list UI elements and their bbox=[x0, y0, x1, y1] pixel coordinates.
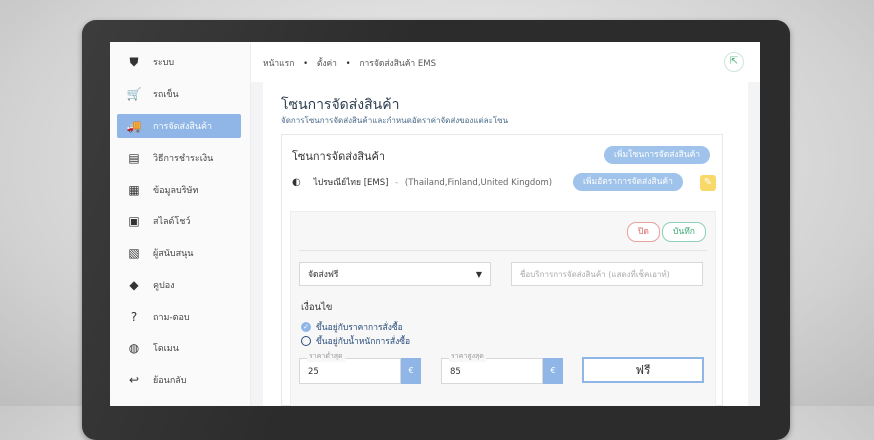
sidebar: ⛊ ระบบ 🛒 รถเข็น 🚚 การจัดส่งสินค้า ▤ วิธี… bbox=[110, 42, 251, 406]
add-rate-button[interactable]: เพิ่มอัตราการจัดส่งสินค้า bbox=[573, 173, 683, 191]
breadcrumb-settings[interactable]: ตั้งค่า bbox=[317, 59, 337, 69]
zone-name[interactable]: ไปรษณีย์ไทย [EMS] bbox=[313, 178, 388, 188]
add-zone-button[interactable]: เพิ่มโซนการจัดส่งสินค้า bbox=[604, 146, 711, 164]
zone-countries: (Thailand,Finland,United Kingdom) bbox=[404, 178, 553, 188]
divider bbox=[299, 250, 707, 251]
sidebar-item-label: ถาม-ตอบ bbox=[153, 313, 190, 323]
radio-checked-icon: ✓ bbox=[301, 322, 311, 332]
condition-weight-label: ขึ้นอยู่กับน้ำหนักการสั่งซื้อ bbox=[316, 337, 411, 347]
top-bar: หน้าแรก • ตั้งค่า • การจัดส่งสินค้า EMS … bbox=[251, 42, 760, 83]
rate-form: ปิด บันทึก จัดส่งฟรี ▼ ชื่อบริการการจัดส… bbox=[290, 211, 716, 406]
payment-icon: ▤ bbox=[128, 151, 140, 165]
edit-pencil-icon[interactable]: ✎ bbox=[700, 175, 716, 191]
globe-icon: ◐ bbox=[292, 177, 301, 188]
page-title: โซนการจัดส่งสินค้า bbox=[281, 97, 400, 113]
currency-unit: € bbox=[543, 358, 563, 384]
sidebar-item-label: รถเข็น bbox=[153, 90, 179, 100]
sidebar-item-system[interactable]: ⛊ ระบบ bbox=[117, 50, 241, 74]
company-icon: ▦ bbox=[128, 183, 140, 197]
sidebar-item-label: วิธีการชำระเงิน bbox=[153, 154, 214, 164]
caret-down-icon: ▼ bbox=[475, 270, 482, 279]
sidebar-item-label: ระบบ bbox=[153, 58, 175, 68]
content-area: โซนการจัดส่งสินค้า จัดการโซนการจัดส่งสิน… bbox=[251, 82, 760, 406]
sidebar-item-cart[interactable]: 🛒 รถเข็น bbox=[117, 82, 241, 106]
shield-icon: ⛊ bbox=[129, 54, 139, 69]
question-icon: ? bbox=[130, 310, 138, 324]
image-icon: ▧ bbox=[128, 246, 140, 260]
breadcrumb-home[interactable]: หน้าแรก bbox=[263, 59, 294, 69]
save-button[interactable]: บันทึก bbox=[662, 222, 706, 242]
truck-icon: 🚚 bbox=[126, 119, 142, 133]
sidebar-item-domain[interactable]: ◍ โดเมน bbox=[117, 336, 241, 360]
page-subtitle: จัดการโซนการจัดส่งสินค้าและกำหนดอัตราค่า… bbox=[281, 116, 509, 125]
sidebar-item-coupon[interactable]: ◆ คูปอง bbox=[117, 273, 241, 297]
condition-label: เงื่อนไข bbox=[301, 302, 333, 313]
export-icon[interactable]: ⇱ bbox=[724, 52, 744, 72]
sidebar-item-company[interactable]: ▦ ข้อมูลบริษัท bbox=[117, 178, 241, 202]
rate-value-field[interactable]: ฟรี bbox=[582, 357, 704, 383]
sidebar-item-label: คูปอง bbox=[153, 281, 175, 291]
sidebar-item-label: การจัดส่งสินค้า bbox=[153, 122, 213, 132]
sidebar-item-payment[interactable]: ▤ วิธีการชำระเงิน bbox=[117, 146, 241, 170]
sidebar-item-label: ผู้สนับสนุน bbox=[153, 249, 194, 259]
max-price-label: ราคาสูงสุด bbox=[449, 351, 486, 362]
sidebar-item-shipping[interactable]: 🚚 การจัดส่งสินค้า bbox=[117, 114, 241, 138]
condition-price-radio[interactable]: ✓ ขึ้นอยู่กับราคาการสั่งซื้อ bbox=[301, 320, 403, 334]
close-button[interactable]: ปิด bbox=[627, 222, 660, 242]
condition-price-label: ขึ้นอยู่กับราคาการสั่งซื้อ bbox=[316, 323, 403, 333]
condition-weight-radio[interactable]: ขึ้นอยู่กับน้ำหนักการสั่งซื้อ bbox=[301, 334, 410, 348]
shipping-zone-card: โซนการจัดส่งสินค้า เพิ่มโซนการจัดส่งสินค… bbox=[281, 134, 723, 406]
sidebar-item-slideshow[interactable]: ▣ สไลด์โชว์ bbox=[117, 209, 241, 233]
sidebar-item-back[interactable]: ↩ ย้อนกลับ bbox=[117, 368, 241, 392]
currency-unit: € bbox=[401, 358, 421, 384]
back-arrow-icon: ↩ bbox=[128, 373, 140, 387]
sidebar-item-label: ข้อมูลบริษัท bbox=[153, 186, 199, 196]
breadcrumb-current: การจัดส่งสินค้า EMS bbox=[359, 59, 436, 69]
min-price-field: 25 ราคาต่ำสุด € bbox=[299, 351, 421, 384]
breadcrumb-separator: • bbox=[303, 59, 309, 69]
card-title: โซนการจัดส่งสินค้า bbox=[292, 150, 386, 163]
sidebar-item-faq[interactable]: ? ถาม-ตอบ bbox=[117, 305, 241, 329]
shipping-type-value: จัดส่งฟรี bbox=[308, 270, 339, 280]
tag-icon: ◆ bbox=[129, 278, 139, 292]
shipping-type-select[interactable]: จัดส่งฟรี ▼ bbox=[299, 262, 491, 286]
service-name-input[interactable]: ชื่อบริการการจัดส่งสินค้า (แสดงที่เช็คเอ… bbox=[511, 262, 703, 286]
sidebar-item-label: สไลด์โชว์ bbox=[153, 217, 191, 227]
main-panel: โซนการจัดส่งสินค้า จัดการโซนการจัดส่งสิน… bbox=[263, 82, 748, 406]
cart-icon: 🛒 bbox=[126, 87, 142, 101]
sidebar-item-label: ย้อนกลับ bbox=[153, 376, 187, 386]
max-price-field: 85 ราคาสูงสุด € bbox=[441, 351, 563, 384]
app-screen: ⛊ ระบบ 🛒 รถเข็น 🚚 การจัดส่งสินค้า ▤ วิธี… bbox=[110, 42, 760, 406]
breadcrumb: หน้าแรก • ตั้งค่า • การจัดส่งสินค้า EMS bbox=[263, 56, 436, 70]
radio-unchecked-icon bbox=[301, 336, 311, 346]
zone-row: ◐ ไปรษณีย์ไทย [EMS] - (Thailand,Finland,… bbox=[292, 175, 552, 189]
breadcrumb-separator: • bbox=[345, 59, 351, 69]
min-price-label: ราคาต่ำสุด bbox=[307, 351, 345, 362]
zone-dash: - bbox=[395, 178, 399, 188]
globe-icon: ◍ bbox=[128, 341, 140, 355]
sidebar-item-sponsors[interactable]: ▧ ผู้สนับสนุน bbox=[117, 241, 241, 265]
sidebar-item-label: โดเมน bbox=[153, 344, 179, 354]
slideshow-icon: ▣ bbox=[128, 214, 140, 228]
